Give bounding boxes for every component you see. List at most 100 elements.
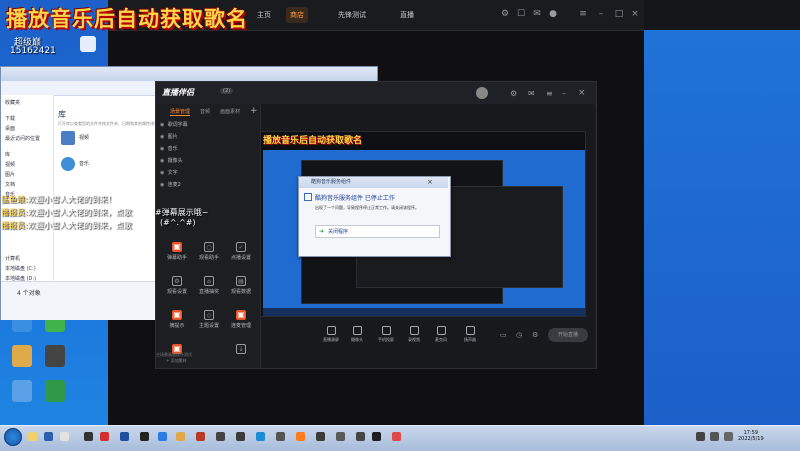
app-taskbar-icon-16[interactable] bbox=[356, 432, 365, 441]
dialog-title: 酷狗音乐服务组件 bbox=[299, 177, 448, 188]
app-taskbar-icon-11[interactable] bbox=[256, 432, 265, 441]
app-taskbar-icon[interactable] bbox=[60, 432, 69, 441]
app-taskbar-icon-10[interactable] bbox=[236, 432, 245, 441]
nav-item[interactable]: 计算机 bbox=[5, 255, 20, 262]
live-menu-icon[interactable]: ≡ bbox=[546, 89, 553, 98]
tool-danmaku-assistant[interactable]: ▣ 弹幕助手 bbox=[162, 240, 192, 274]
tool-more-tools[interactable]: ↓ bbox=[226, 342, 256, 376]
tool-theme[interactable]: ◇ 主题设置 bbox=[194, 308, 224, 342]
music-library-icon[interactable] bbox=[61, 157, 75, 171]
bottom-speaker[interactable]: 扬声器 bbox=[459, 326, 481, 343]
ie-taskbar-icon[interactable] bbox=[44, 432, 53, 441]
nav-item[interactable]: 下载 bbox=[5, 115, 15, 122]
download-icon: ↓ bbox=[236, 344, 246, 354]
tab-home[interactable]: 主页 bbox=[253, 7, 275, 23]
tray-icon[interactable] bbox=[696, 432, 705, 441]
app-taskbar-icon-9[interactable] bbox=[216, 432, 225, 441]
app-taskbar-icon-13[interactable] bbox=[296, 432, 305, 441]
tool-watch-assistant[interactable]: ○ 观看助手 bbox=[194, 240, 224, 274]
tab-materials[interactable]: 画面素材 bbox=[220, 108, 240, 115]
app-taskbar-icon-3[interactable] bbox=[100, 432, 109, 441]
music-library-label[interactable]: 音乐 bbox=[79, 160, 89, 167]
nav-item[interactable]: 图片 bbox=[5, 171, 15, 178]
message-icon[interactable]: ✉ bbox=[532, 9, 542, 19]
app-icon-3[interactable] bbox=[45, 380, 65, 402]
live-message-icon[interactable]: ✉ bbox=[528, 89, 535, 98]
maximize-icon[interactable]: □ bbox=[614, 9, 624, 19]
network-icon[interactable] bbox=[12, 380, 32, 402]
app-taskbar-icon-14[interactable] bbox=[316, 432, 325, 441]
start-button[interactable] bbox=[4, 428, 22, 446]
add-scene-icon[interactable]: + bbox=[250, 106, 258, 116]
app-icon-2[interactable] bbox=[45, 345, 65, 367]
bottom-record[interactable]: 录视频 bbox=[403, 326, 425, 343]
tab-scene-manager[interactable]: 场景管理 bbox=[170, 108, 191, 116]
tray-icon-2[interactable] bbox=[710, 432, 719, 441]
nav-item[interactable]: 收藏夹 bbox=[5, 99, 20, 106]
gear-icon[interactable]: ⚙ bbox=[532, 331, 538, 339]
speaker-icon bbox=[465, 326, 475, 335]
app-taskbar-icon-6[interactable] bbox=[158, 432, 167, 441]
start-live-button[interactable]: 开始直播 bbox=[548, 328, 588, 342]
volume-icon[interactable] bbox=[724, 432, 733, 441]
settings-icon[interactable]: ⚙ bbox=[500, 9, 510, 19]
live-settings-icon[interactable]: ⚙ bbox=[510, 89, 517, 98]
bottom-mic[interactable]: 麦克风 bbox=[430, 326, 452, 343]
nav-item[interactable]: 本地磁盘 (C:) bbox=[5, 265, 36, 272]
nav-item[interactable]: 库 bbox=[5, 151, 10, 158]
video-library-label[interactable]: 视频 bbox=[79, 134, 89, 141]
avatar[interactable] bbox=[476, 87, 488, 99]
clock-icon[interactable]: ◷ bbox=[516, 331, 522, 339]
app-taskbar-icon-2[interactable] bbox=[84, 432, 93, 441]
bottom-camera[interactable]: 摄像头 bbox=[346, 326, 368, 343]
nav-item[interactable]: 文档 bbox=[5, 181, 15, 188]
camera-switch-icon[interactable]: ▭ bbox=[500, 331, 507, 339]
nav-item[interactable]: 视频 bbox=[5, 161, 15, 168]
desktop-shortcut-icon[interactable] bbox=[80, 36, 96, 52]
live-close-icon[interactable]: × bbox=[578, 88, 586, 98]
tool-watch-settings[interactable]: ⚙ 观看设置 bbox=[162, 274, 192, 308]
tool-lottery[interactable]: ⌂ 直播抽奖 bbox=[194, 274, 224, 308]
desktop-right-area bbox=[644, 0, 800, 425]
folder-icon[interactable] bbox=[12, 345, 32, 367]
scene-item[interactable]: ◉ 文字 bbox=[160, 168, 178, 178]
tool-prompt[interactable]: ▣ 摘提示 bbox=[162, 308, 192, 342]
tab-audio[interactable]: 音频 bbox=[200, 108, 210, 115]
scene-item[interactable]: ◉ 摄像头 bbox=[160, 156, 183, 166]
scene-item[interactable]: ◉ 歌词字幕 bbox=[160, 120, 188, 130]
app-taskbar-icon-17[interactable] bbox=[392, 432, 401, 441]
explorer-taskbar-icon[interactable] bbox=[28, 432, 37, 441]
scene-item[interactable]: ◉ 连麦2 bbox=[160, 180, 181, 190]
scene-item[interactable]: ◉ 图片 bbox=[160, 132, 178, 142]
app-taskbar-icon-5[interactable] bbox=[140, 432, 149, 441]
tool-request-settings[interactable]: ✓ 点播设置 bbox=[226, 240, 256, 274]
tab-store[interactable]: 商店 bbox=[286, 7, 308, 23]
data-icon: ▤ bbox=[236, 276, 246, 286]
video-library-icon[interactable] bbox=[61, 131, 75, 145]
bottom-phone-cast[interactable]: 手机投屏 bbox=[375, 326, 397, 343]
add-material-link[interactable]: + 添加素材 bbox=[166, 358, 187, 364]
scene-item[interactable]: ◉ 音乐 bbox=[160, 144, 178, 154]
tool-watch-data[interactable]: ▤ 观看数据 bbox=[226, 274, 256, 308]
app-taskbar-icon-7[interactable] bbox=[176, 432, 185, 441]
shirt-icon[interactable]: ☐ bbox=[516, 9, 526, 19]
minimize-icon[interactable]: – bbox=[596, 9, 606, 19]
bottom-live-source[interactable]: 直播源屏 bbox=[320, 326, 342, 343]
live-taskbar-icon[interactable] bbox=[372, 432, 381, 441]
app-taskbar-icon-15[interactable] bbox=[336, 432, 345, 441]
app-taskbar-icon-12[interactable] bbox=[276, 432, 285, 441]
avatar-icon[interactable]: ● bbox=[548, 9, 558, 19]
dialog-close-icon[interactable]: × bbox=[427, 178, 433, 186]
tool-link-mic[interactable]: ▣ 连麦管理 bbox=[226, 308, 256, 342]
close-program-button[interactable]: 关闭程序 bbox=[315, 225, 440, 238]
tab-live[interactable]: 直播 bbox=[396, 7, 418, 23]
app-taskbar-icon-4[interactable] bbox=[120, 432, 129, 441]
menu-icon[interactable]: ≡ bbox=[578, 9, 588, 19]
close-icon[interactable]: × bbox=[630, 9, 640, 19]
live-minimize-icon[interactable]: – bbox=[562, 89, 566, 98]
tab-pioneer-test[interactable]: 先锋测试 bbox=[334, 7, 370, 23]
app-taskbar-icon-8[interactable] bbox=[196, 432, 205, 441]
taskbar-clock[interactable]: 17:59 2022/5/19 bbox=[738, 430, 764, 442]
nav-item[interactable]: 最近访问的位置 bbox=[5, 135, 40, 142]
nav-item[interactable]: 桌面 bbox=[5, 125, 15, 132]
